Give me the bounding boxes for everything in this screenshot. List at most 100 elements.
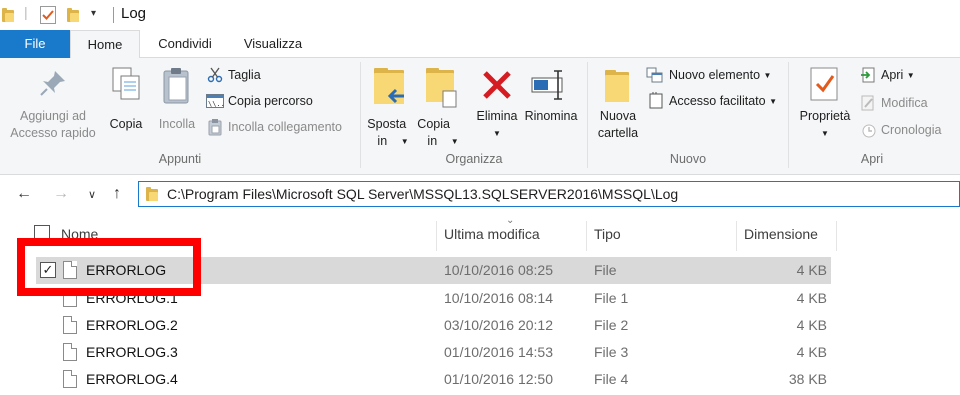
column-size[interactable]: Dimensione [744,226,818,242]
file-icon [63,343,77,361]
history-icon [862,124,876,138]
title-divider [113,7,114,23]
move-to-button[interactable]: Sposta in ▼ [364,66,412,148]
move-to-label: Sposta in ▼ [364,116,412,150]
paste-button[interactable]: Incolla [155,66,199,148]
edit-button[interactable]: Modifica [860,94,950,112]
address-path: C:\Program Files\Microsoft SQL Server\MS… [167,186,679,202]
customize-quick-access-icon[interactable]: ▾ [91,8,96,19]
easy-access-text: Accesso facilitato [669,94,766,108]
group-label-apri: Apri [860,152,884,166]
new-item-text: Nuovo elemento [669,68,761,82]
ribbon-tabs: File Home Condividi Visualizza [0,30,960,59]
file-modified: 01/10/2016 12:50 [444,371,553,387]
new-item-label: Nuovo elemento ▼ [669,67,771,84]
group-divider [360,62,361,168]
tab-home[interactable]: Home [70,30,140,59]
copy-button[interactable]: Copia [106,66,146,148]
up-icon[interactable]: ↑ [113,185,121,203]
group-divider [788,62,789,168]
move-arrow-icon [387,88,404,104]
copy-path-label: Copia percorso [228,94,313,108]
copy-to-label: Copia in ▼ [416,116,460,150]
paste-label: Incolla [158,117,196,131]
new-folder-quick-icon[interactable] [67,8,79,22]
easy-access-icon [649,92,663,109]
back-icon[interactable]: ← [16,185,32,203]
tab-view[interactable]: Visualizza [230,30,316,58]
history-button[interactable]: Cronologia [860,121,960,139]
file-icon [63,316,77,334]
history-label: Cronologia [881,123,942,137]
group-divider [587,62,588,168]
new-folder-button[interactable]: Nuova cartella [592,66,644,148]
file-type: File 2 [594,317,629,333]
copy-path-button[interactable]: \\.. Copia percorso [206,92,326,110]
file-type: File 1 [594,290,629,306]
new-folder-icon [605,70,629,102]
column-type[interactable]: Tipo [594,226,621,242]
highlight-box [17,238,201,296]
paste-shortcut-button[interactable]: Incolla collegamento [206,118,354,136]
properties-label: Proprietà ▼ [792,108,858,142]
file-size: 4 KB [796,262,827,278]
file-name: ERRORLOG.4 [86,371,178,387]
easy-access-button[interactable]: Accesso facilitato ▼ [646,92,786,110]
new-item-icon [646,67,663,83]
ribbon: Aggiungi ad Accesso rapido Copia Incolla… [0,58,960,175]
open-icon [861,67,875,83]
dropdown-icon: ▼ [450,137,459,146]
copy-to-text: Copia in [417,117,450,148]
column-modified[interactable]: Ultima modifica [444,226,540,242]
file-size: 4 KB [796,317,827,333]
properties-button[interactable]: Proprietà ▼ [792,66,858,148]
tab-file[interactable]: File [0,30,70,58]
pin-icon [40,71,65,96]
pin-to-quick-access-button[interactable]: Aggiungi ad Accesso rapido [4,66,102,148]
scissors-icon [207,67,223,83]
move-to-text: Sposta in [367,117,407,148]
copy-label: Copia [109,117,143,131]
column-divider[interactable] [436,221,437,251]
rename-button[interactable]: Rinomina [522,66,580,148]
table-row[interactable]: ERRORLOG.2 03/10/2016 20:12 File 2 4 KB [36,312,831,339]
column-divider[interactable] [736,221,737,251]
cut-label: Taglia [228,68,261,82]
paste-shortcut-label: Incolla collegamento [228,120,342,134]
file-icon [63,370,77,388]
cut-button[interactable]: Taglia [206,66,286,84]
dropdown-icon: ▼ [821,129,829,138]
file-type: File 3 [594,344,629,360]
title-bar: | ▾ Log [0,0,960,30]
edit-icon [861,95,874,111]
toolbar-divider: | [24,4,28,20]
group-label-appunti: Appunti [158,152,202,166]
delete-button[interactable]: Elimina ▼ [472,66,522,148]
table-row[interactable]: ERRORLOG.4 01/10/2016 12:50 File 4 38 KB [36,366,831,393]
svg-text:\\..: \\.. [208,100,224,108]
column-divider[interactable] [836,221,837,251]
properties-quick-icon[interactable] [40,6,56,24]
dropdown-icon: ▼ [763,71,772,80]
sort-chevron-icon: ⌄ [506,215,515,226]
file-modified: 03/10/2016 20:12 [444,317,553,333]
copy-to-button[interactable]: Copia in ▼ [416,66,460,148]
copy-doc-icon [442,90,457,108]
column-divider[interactable] [586,221,587,251]
forward-icon[interactable]: → [53,185,69,203]
edit-label: Modifica [881,96,928,110]
rename-label: Rinomina [524,109,578,123]
recent-icon[interactable]: ∨ [88,188,96,201]
dropdown-icon: ▼ [400,137,409,146]
new-item-button[interactable]: Nuovo elemento ▼ [646,66,784,84]
file-modified: 10/10/2016 08:25 [444,262,553,278]
table-row[interactable]: ERRORLOG.3 01/10/2016 14:53 File 3 4 KB [36,339,831,366]
window-title: Log [121,5,147,22]
properties-icon [810,67,838,101]
group-label-organizza: Organizza [445,152,503,166]
folder-icon [2,8,14,22]
open-button[interactable]: Apri ▼ [860,66,930,84]
file-name: ERRORLOG.2 [86,317,178,333]
tab-share[interactable]: Condividi [144,30,226,58]
address-bar[interactable]: C:\Program Files\Microsoft SQL Server\MS… [138,181,960,207]
